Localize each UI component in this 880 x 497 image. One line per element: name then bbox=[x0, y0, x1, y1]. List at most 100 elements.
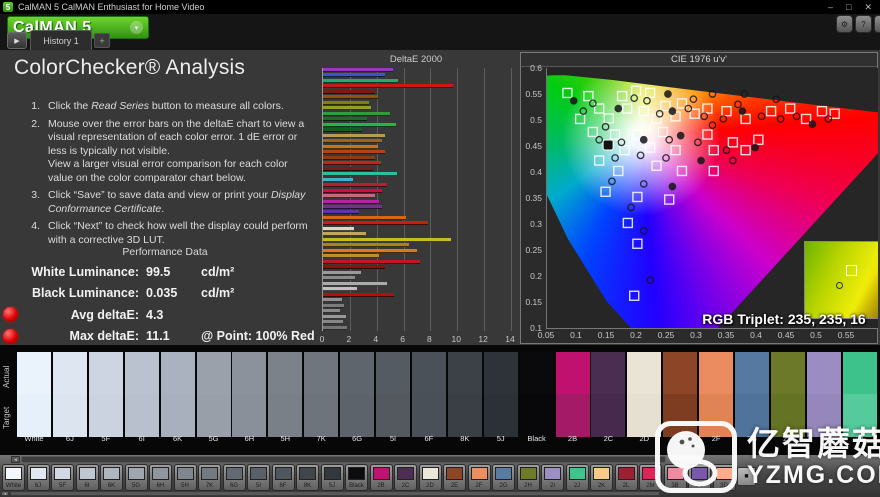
deltae-bar[interactable] bbox=[323, 243, 409, 247]
deltae-bar[interactable] bbox=[323, 139, 382, 143]
deltae-bar[interactable] bbox=[323, 304, 344, 308]
deltae-bar[interactable] bbox=[323, 189, 382, 193]
deltae-bar[interactable] bbox=[323, 183, 387, 187]
comparator-patch-2g[interactable] bbox=[735, 352, 769, 437]
deltae-bar[interactable] bbox=[323, 326, 347, 330]
patch-button-2i[interactable]: 2I bbox=[541, 464, 564, 491]
patch-button-5j[interactable]: 5J bbox=[321, 464, 344, 491]
comparator-patch-8k[interactable] bbox=[448, 352, 482, 437]
patch-button-6f[interactable]: 6F bbox=[272, 464, 295, 491]
deltae-bar[interactable] bbox=[323, 276, 355, 280]
deltae-bar[interactable] bbox=[323, 271, 361, 275]
patch-button-7k[interactable]: 7K bbox=[198, 464, 221, 491]
deltae-bar[interactable] bbox=[323, 298, 342, 302]
deltae-bar[interactable] bbox=[323, 205, 382, 209]
comparator-patch-2j[interactable] bbox=[843, 352, 877, 437]
play-button[interactable]: ▶ bbox=[7, 32, 27, 49]
tab-history-1[interactable]: History 1 bbox=[30, 30, 92, 50]
patch-button-2j[interactable]: 2J bbox=[566, 464, 589, 491]
deltae-bar[interactable] bbox=[323, 79, 398, 83]
deltae-bar[interactable] bbox=[323, 249, 417, 253]
comparator-patch-2d[interactable] bbox=[627, 352, 661, 437]
patch-button-2l[interactable]: 2L bbox=[615, 464, 638, 491]
comparator-patch-5j[interactable] bbox=[484, 352, 518, 437]
deltae-bar[interactable] bbox=[323, 123, 396, 127]
deltae-bar[interactable] bbox=[323, 128, 362, 132]
deltae-bar[interactable] bbox=[323, 90, 375, 94]
deltae-bar[interactable] bbox=[323, 282, 387, 286]
deltae-plot[interactable] bbox=[322, 68, 511, 331]
deltae-bar[interactable] bbox=[323, 156, 375, 160]
deltae-bar[interactable] bbox=[323, 210, 359, 214]
patch-scrollbar[interactable] bbox=[21, 456, 666, 463]
scroll-left-icon[interactable]: ◂ bbox=[1, 491, 9, 496]
deltae-bar[interactable] bbox=[323, 315, 346, 319]
comparator-patch-2f[interactable] bbox=[699, 352, 733, 437]
deltae-bar[interactable] bbox=[323, 221, 428, 225]
comparator-patch-white[interactable] bbox=[17, 352, 51, 437]
deltae-bar[interactable] bbox=[323, 101, 369, 105]
comparator-patch-black[interactable] bbox=[520, 352, 554, 437]
comparator-patch-6g[interactable] bbox=[340, 352, 374, 437]
patch-button-3c[interactable]: 3C bbox=[688, 464, 711, 491]
comparator-patch-5g[interactable] bbox=[197, 352, 231, 437]
patch-button-8k[interactable]: 8K bbox=[296, 464, 319, 491]
minimize-icon[interactable]: – bbox=[828, 2, 833, 13]
patch-button-2c[interactable]: 2C bbox=[394, 464, 417, 491]
patch-button-white[interactable]: White bbox=[2, 464, 25, 491]
deltae-bar[interactable] bbox=[323, 200, 379, 204]
collapse-icon[interactable]: ◀ bbox=[874, 15, 880, 33]
maximize-icon[interactable]: □ bbox=[846, 2, 851, 13]
patch-button-2f[interactable]: 2F bbox=[468, 464, 491, 491]
comparator-patch-2i[interactable] bbox=[807, 352, 841, 437]
comparator-patch-2h[interactable] bbox=[771, 352, 805, 437]
deltae-bar[interactable] bbox=[323, 150, 385, 154]
patch-button-2h[interactable]: 2H bbox=[517, 464, 540, 491]
patch-button-5f[interactable]: 5F bbox=[51, 464, 74, 491]
deltae-bar[interactable] bbox=[323, 167, 373, 171]
deltae-bar[interactable] bbox=[323, 293, 394, 297]
comparator-patch-5i[interactable] bbox=[376, 352, 410, 437]
deltae-bar[interactable] bbox=[323, 265, 385, 269]
patch-button-2b[interactable]: 2B bbox=[370, 464, 393, 491]
deltae-bar[interactable] bbox=[323, 172, 397, 176]
comparator-patch-2c[interactable] bbox=[591, 352, 625, 437]
patch-button-6h[interactable]: 6H bbox=[149, 464, 172, 491]
patch-button-5h[interactable]: 5H bbox=[174, 464, 197, 491]
patch-button-6g[interactable]: 6G bbox=[223, 464, 246, 491]
patch-button-2e[interactable]: 2E bbox=[443, 464, 466, 491]
deltae-bar[interactable] bbox=[323, 254, 379, 258]
patch-button-5i[interactable]: 5I bbox=[247, 464, 270, 491]
patch-button-2d[interactable]: 2D bbox=[419, 464, 442, 491]
add-tab-button[interactable]: + bbox=[94, 33, 110, 48]
patch-button-6j[interactable]: 6J bbox=[27, 464, 50, 491]
chevron-down-icon[interactable]: ▾ bbox=[130, 21, 143, 34]
settings-icon[interactable]: ⚙ bbox=[836, 15, 853, 33]
patch-button-2g[interactable]: 2G bbox=[492, 464, 515, 491]
cie-plot[interactable]: RGB Triplet: 235, 235, 16 deltaE: 4.8 bbox=[546, 68, 878, 329]
comparator-patch-2e[interactable] bbox=[663, 352, 697, 437]
deltae-bar[interactable] bbox=[323, 73, 385, 77]
bottom-scrollbar[interactable] bbox=[10, 491, 660, 496]
deltae-bar[interactable] bbox=[323, 134, 385, 138]
deltae-bar[interactable] bbox=[323, 238, 451, 242]
comparator-patch-5f[interactable] bbox=[89, 352, 123, 437]
deltae-bar[interactable] bbox=[323, 112, 390, 116]
deltae-bar[interactable] bbox=[323, 95, 378, 99]
deltae-bar[interactable] bbox=[323, 161, 381, 165]
patch-button-2k[interactable]: 2K bbox=[590, 464, 613, 491]
deltae-bar[interactable] bbox=[323, 68, 393, 72]
patch-button-6k[interactable]: 6K bbox=[100, 464, 123, 491]
deltae-bar[interactable] bbox=[323, 178, 353, 182]
comparator-patch-6i[interactable] bbox=[125, 352, 159, 437]
deltae-bar[interactable] bbox=[323, 117, 367, 121]
deltae-bar[interactable] bbox=[323, 227, 354, 231]
deltae-bar[interactable] bbox=[323, 320, 343, 324]
comparator-patch-6j[interactable] bbox=[53, 352, 87, 437]
deltae-bar[interactable] bbox=[323, 84, 453, 88]
comparator-patch-7k[interactable] bbox=[304, 352, 338, 437]
deltae-bar[interactable] bbox=[323, 232, 366, 236]
stop-button[interactable]: ■ bbox=[737, 467, 756, 486]
patch-button-3d[interactable]: 3D bbox=[713, 464, 736, 491]
patch-button-3b[interactable]: 3B bbox=[664, 464, 687, 491]
